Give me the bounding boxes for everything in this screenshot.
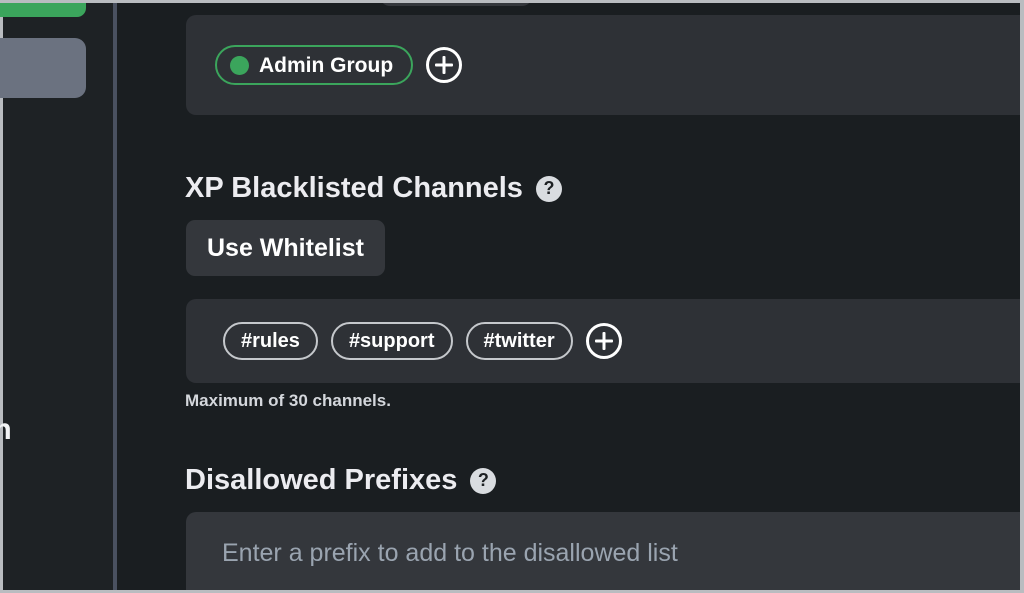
group-tag-label: Admin Group <box>259 53 394 77</box>
sidebar-clipped-label: wn <box>0 413 12 446</box>
sidebar-item-selected[interactable] <box>0 38 86 98</box>
xp-blacklist-title: XP Blacklisted Channels <box>185 172 523 204</box>
groups-panel: Admin Group <box>186 15 1024 115</box>
add-group-icon[interactable] <box>426 47 463 83</box>
use-whitelist-button[interactable]: Use Whitelist <box>186 220 385 276</box>
disallowed-prefixes-heading: Disallowed Prefixes ? <box>185 464 497 497</box>
help-icon[interactable]: ? <box>535 175 562 202</box>
main-content: Admin Group XP Blacklisted Channels ? Us… <box>117 0 1024 593</box>
channel-tag[interactable]: #rules <box>223 322 318 360</box>
app-root: wn Admin Group XP Blacklisted Channels ?… <box>0 0 1024 593</box>
channel-tag-label: #twitter <box>483 330 555 352</box>
help-icon[interactable]: ? <box>470 467 497 494</box>
prefix-input[interactable] <box>186 512 1024 593</box>
channels-max-hint: Maximum of 30 channels. <box>185 391 391 410</box>
status-dot-icon <box>230 55 249 75</box>
channel-tag-label: #rules <box>241 330 300 352</box>
add-channel-icon[interactable] <box>585 323 622 359</box>
content-inner: Admin Group XP Blacklisted Channels ? Us… <box>172 0 1024 593</box>
channel-tag-label: #support <box>348 330 435 352</box>
xp-blacklist-channels-panel: #rules #support #twitter <box>186 299 1024 383</box>
channel-tag[interactable]: #twitter <box>465 322 573 360</box>
window-top-edge <box>0 0 1024 3</box>
xp-blacklist-heading: XP Blacklisted Channels ? <box>185 172 562 205</box>
group-tag-admin[interactable]: Admin Group <box>215 45 414 85</box>
sidebar: wn <box>0 0 113 593</box>
disallowed-prefixes-title: Disallowed Prefixes <box>185 464 458 496</box>
window-right-edge <box>1020 0 1024 593</box>
channel-tag[interactable]: #support <box>330 322 453 360</box>
